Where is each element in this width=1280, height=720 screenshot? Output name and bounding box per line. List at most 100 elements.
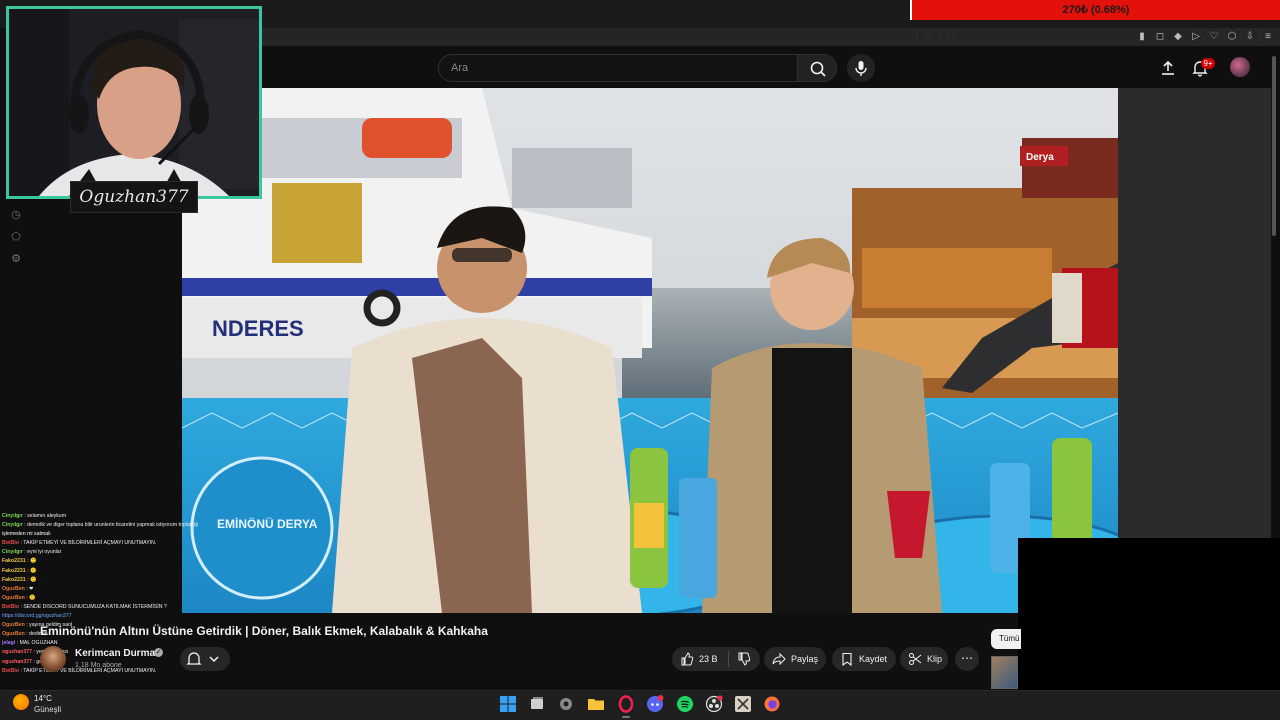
obs-icon[interactable] <box>705 695 723 713</box>
share-icon <box>772 652 786 666</box>
play-icon[interactable]: ▷ <box>1190 31 1202 43</box>
opera-gx-icon[interactable] <box>617 695 635 713</box>
bell-dropdown-icon <box>186 652 219 665</box>
chat-text: : demolik ve diger toplana bilir urunler… <box>22 522 199 529</box>
windows-taskbar <box>0 690 1280 720</box>
donation-goal-bar: 270₺ (0.68%) <box>910 0 1280 20</box>
video-player[interactable]: NDERES Derya EMİNÖNÜ DERYA <box>182 88 1118 613</box>
history-icon[interactable]: ◷ <box>10 208 22 222</box>
chat-text: : 🙂 <box>25 576 37 583</box>
streamer-name: Oguzhan377 <box>79 187 189 207</box>
chat-text: : 🙂 <box>25 558 37 565</box>
chat-username: Fako2231 <box>2 558 26 565</box>
webcam-feed <box>9 9 259 196</box>
chat-text: : 🙂 <box>24 594 36 601</box>
search-button[interactable] <box>797 54 837 82</box>
file-explorer-icon[interactable] <box>587 695 605 713</box>
discord-icon[interactable] <box>646 695 664 713</box>
chat-message: işlemeden mi satmalı <box>2 530 252 539</box>
chat-username: Fako2231 <box>2 576 26 583</box>
save-button[interactable]: Kaydet <box>832 647 896 671</box>
task-view-icon[interactable] <box>528 695 546 713</box>
chat-message: Cinyılgır : demolik ve diger toplana bil… <box>2 521 252 530</box>
chat-text: işlemeden mi satmalı <box>2 531 51 538</box>
clip-label: Klip <box>927 654 943 664</box>
shield-icon[interactable]: ◆ <box>1172 31 1184 43</box>
chat-username: OguzBen <box>2 622 25 629</box>
download-icon[interactable]: ⇩ <box>1244 31 1256 43</box>
recommended-video-thumbnail[interactable] <box>991 656 1018 689</box>
subscriber-count: 1,18 Mn abone <box>75 662 122 669</box>
more-actions-button[interactable]: ⋯ <box>955 647 979 671</box>
weather-sun-icon[interactable] <box>13 694 29 710</box>
chat-message: OguzBen : ❤ <box>2 585 252 594</box>
chat-text: https://discord.gg/oguzhan377 <box>2 613 72 620</box>
webcam-overlay <box>6 6 262 199</box>
bookmark-icon[interactable]: ▮ <box>1136 31 1148 43</box>
game-app-icon[interactable] <box>734 695 752 713</box>
chat-username: Cinyılgır <box>2 522 23 529</box>
chat-text: : ❤ <box>24 585 34 592</box>
account-avatar[interactable] <box>1230 57 1250 77</box>
right-panel-background <box>1118 88 1271 538</box>
chat-text: : eyni iyi oyunlar <box>22 549 62 556</box>
spotify-icon[interactable] <box>676 695 694 713</box>
chat-text: : SENDE DISCORD SUNUCUMUZA KATILMAK İSTE… <box>19 603 167 610</box>
cube-icon[interactable]: ⬡ <box>1226 31 1238 43</box>
chat-username: jelagi <box>2 640 16 647</box>
dislike-icon[interactable] <box>737 652 751 666</box>
tag-icon[interactable]: ⬠ <box>10 230 22 244</box>
page-scrollbar[interactable] <box>1272 56 1276 236</box>
extension-icons: ▮ ◻ ◆ ▷ ♡ ⬡ ⇩ ≡ <box>1136 31 1274 43</box>
filter-chip-all[interactable]: Tümü <box>991 629 1021 649</box>
chat-username: Cinyılgır <box>2 513 23 519</box>
scissors-icon <box>909 653 922 665</box>
share-label: Paylaş <box>791 654 819 664</box>
chat-message: Fako2231 : 🙂 <box>2 576 252 585</box>
chat-message: BotBlo : SENDE DISCORD SUNUCUMUZA KATILM… <box>2 603 252 612</box>
heart-icon[interactable]: ♡ <box>1208 31 1220 43</box>
side-icon-column: ◷ ⬠ ⚙ <box>10 208 22 266</box>
chat-text: : 🙂 <box>25 567 37 574</box>
chat-username: BotBlo <box>2 603 19 610</box>
chat-username: BotBlo <box>2 667 19 674</box>
like-dislike-group: 23 B <box>672 647 760 671</box>
channel-avatar[interactable] <box>40 646 66 672</box>
chat-username: Cinyılgır <box>2 549 23 556</box>
screenshot-icon[interactable]: ◻ <box>1154 31 1166 43</box>
ticker-left: TRY0 <box>912 26 957 46</box>
microphone-icon <box>855 61 867 76</box>
channel-name[interactable]: Kerimcan Durmaz <box>75 648 160 659</box>
chat-message: Fako2231 : 🙂 <box>2 557 252 566</box>
chat-username: BotBlo <box>2 540 19 547</box>
browser-toolbar <box>262 28 1280 46</box>
donation-goal-text: 270₺ (0.68%) <box>1062 4 1130 16</box>
chat-username: OguzBen <box>2 631 25 638</box>
voice-search-button[interactable] <box>847 54 875 82</box>
settings-icon[interactable]: ⚙ <box>10 252 22 266</box>
chat-username: oguzhan377 <box>2 658 32 665</box>
overlay-black-block <box>1018 538 1280 690</box>
clip-button[interactable]: Klip <box>900 647 948 671</box>
settings-app-icon[interactable] <box>557 695 575 713</box>
chat-message: https://discord.gg/oguzhan377 <box>2 612 252 621</box>
windows-start-icon[interactable] <box>499 695 517 713</box>
firefox-icon[interactable] <box>763 695 781 713</box>
menu-icon[interactable]: ≡ <box>1262 31 1274 43</box>
search-placeholder: Ara <box>451 62 469 74</box>
chat-text: : TAKİP ETMEYİ VE BİLDİRİMLERİ AÇMAYI UN… <box>19 540 157 547</box>
save-label: Kaydet <box>859 654 888 664</box>
share-button[interactable]: Paylaş <box>764 647 826 671</box>
chat-message: Cinyılgır : selamın aleykum <box>2 512 252 521</box>
svg-text:Derya: Derya <box>1026 152 1054 163</box>
subscription-bell-button[interactable] <box>180 647 230 671</box>
like-icon[interactable] <box>680 652 694 666</box>
chat-username: oguzhan377 <box>2 649 32 656</box>
upload-icon[interactable] <box>1158 58 1178 78</box>
video-title: Eminönü'nün Altını Üstüne Getirdik | Dön… <box>40 624 488 638</box>
verified-badge-icon: ✓ <box>154 648 163 657</box>
notification-badge: 9+ <box>1201 58 1215 69</box>
chat-username: OguzBen <box>2 585 25 592</box>
chat-message: OguzBen : 🙂 <box>2 594 252 603</box>
search-input[interactable]: Ara <box>438 54 798 82</box>
